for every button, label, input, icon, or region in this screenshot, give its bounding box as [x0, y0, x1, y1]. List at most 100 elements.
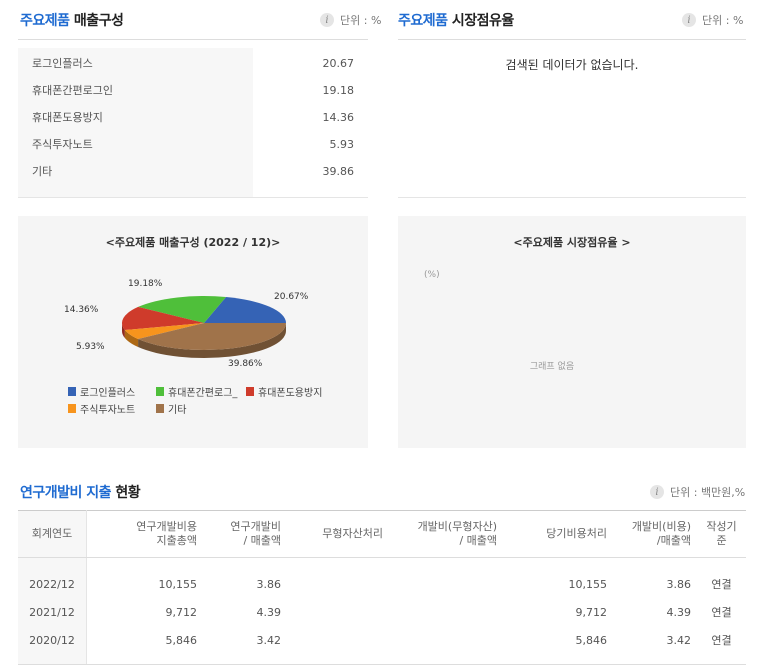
product-name: 주식투자노트	[32, 138, 93, 151]
share-chart-unit: (%)	[424, 270, 440, 280]
cell: 4.39	[256, 605, 282, 619]
col-header: 개발비(무형자산) / 매출액	[389, 510, 503, 558]
cell: 9,712	[575, 605, 608, 619]
share-empty-message: 검색된 데이터가 없습니다.	[505, 58, 639, 72]
share-chart-title: <주요제품 시장점유율 >	[513, 236, 631, 249]
cell-year: 2022/12	[18, 570, 87, 598]
list-item: 기타 39.86	[18, 158, 368, 184]
table-row: 2022/12 10,155 3.86 10,155 3.86 연결	[18, 570, 746, 598]
sales-unit: i 단위 : %	[320, 12, 381, 28]
legend-item[interactable]: 기타	[156, 401, 186, 416]
pie-label: 5.93%	[76, 342, 105, 352]
legend-label: 로그인플러스	[80, 388, 136, 399]
share-chart-panel: <주요제품 시장점유율 > (%) 그래프 없음	[398, 216, 746, 448]
col-header: 무형자산처리	[287, 510, 389, 558]
product-name: 로그인플러스	[32, 57, 93, 70]
share-section-title: 주요제품 시장점유율	[398, 10, 514, 30]
table-row: 2020/12 5,846 3.42 5,846 3.42 연결	[18, 626, 746, 654]
info-icon[interactable]: i	[320, 13, 334, 27]
sales-bottom-divider	[18, 197, 368, 198]
cell-year: 2020/12	[18, 626, 87, 654]
share-unit-text: 단위 : %	[702, 14, 744, 27]
cell: 5,846	[165, 633, 198, 647]
cell: 3.86	[666, 577, 692, 591]
sales-unit-text: 단위 : %	[340, 14, 382, 27]
legend-item[interactable]: 로그인플러스	[68, 384, 135, 399]
cell	[287, 626, 389, 654]
cell: 4.39	[666, 605, 692, 619]
cell: 10,155	[568, 577, 608, 591]
sales-title-rest: 매출구성	[73, 13, 124, 29]
rd-unit: i 단위 : 백만원,%	[650, 484, 745, 500]
rd-title-highlight: 연구개발비 지출	[20, 485, 112, 501]
legend-swatch	[156, 404, 164, 413]
sales-section-title: 주요제품 매출구성	[20, 10, 124, 30]
cell: 3.42	[256, 633, 282, 647]
col-header: 개발비(비용) /매출액	[613, 510, 697, 558]
legend-swatch	[156, 387, 164, 396]
legend-swatch	[68, 387, 76, 396]
list-item: 로그인플러스 20.67	[18, 50, 368, 76]
cell-year: 2021/12	[18, 598, 87, 626]
cell: 3.42	[666, 633, 692, 647]
legend-label: 기타	[168, 405, 187, 416]
col-header: 연구개발비용 지출총액	[86, 510, 203, 558]
pie-label: 19.18%	[128, 279, 163, 289]
legend-swatch	[246, 387, 254, 396]
cell	[287, 570, 389, 598]
product-name: 기타	[32, 165, 53, 178]
list-item: 휴대폰도용방지 14.36	[18, 104, 368, 130]
share-title-rest: 시장점유율	[451, 13, 514, 29]
product-value: 39.86	[322, 164, 355, 178]
cell: 5,846	[575, 633, 608, 647]
cell	[389, 598, 503, 626]
col-header: 당기비용처리	[503, 510, 613, 558]
cell: 연결	[711, 606, 732, 619]
pie-chart-panel: <주요제품 매출구성 (2022 / 12)> 20.67% 19.18% 14…	[18, 216, 368, 448]
cell: 연결	[711, 634, 732, 647]
sales-divider	[18, 39, 368, 40]
pie-label: 20.67%	[274, 292, 309, 302]
legend-item[interactable]: 휴대폰도용방지	[246, 384, 322, 399]
legend-label: 휴대폰간편로그_	[168, 388, 238, 399]
legend-item[interactable]: 휴대폰간편로그_	[156, 384, 237, 399]
col-header: 연구개발비 / 매출액	[203, 510, 287, 558]
rd-section-title: 연구개발비 지출 현황	[20, 482, 141, 502]
cell: 3.86	[256, 577, 282, 591]
table-header-row: 회계연도 연구개발비용 지출총액 연구개발비 / 매출액 무형자산처리 개발비(…	[18, 510, 746, 558]
share-title-highlight: 주요제품	[398, 13, 448, 29]
pie-label: 39.86%	[228, 359, 263, 369]
rd-table: 회계연도 연구개발비용 지출총액 연구개발비 / 매출액 무형자산처리 개발비(…	[18, 510, 746, 665]
legend-swatch	[68, 404, 76, 413]
share-unit: i 단위 : %	[682, 12, 743, 28]
cell	[287, 598, 389, 626]
col-header: 작성기준	[697, 510, 746, 558]
pie-label: 14.36%	[64, 305, 99, 315]
sales-title-highlight: 주요제품	[20, 13, 70, 29]
info-icon[interactable]: i	[682, 13, 696, 27]
legend-label: 휴대폰도용방지	[258, 388, 323, 399]
sales-list: 로그인플러스 20.67 휴대폰간편로그인 19.18 휴대폰도용방지 14.3…	[18, 50, 368, 190]
table-row: 2021/12 9,712 4.39 9,712 4.39 연결	[18, 598, 746, 626]
list-item: 휴대폰간편로그인 19.18	[18, 77, 368, 103]
legend-item[interactable]: 주식투자노트	[68, 401, 135, 416]
product-name: 휴대폰도용방지	[32, 111, 103, 124]
cell: 9,712	[165, 605, 198, 619]
cell	[389, 570, 503, 598]
share-divider	[398, 39, 746, 40]
cell: 10,155	[158, 577, 198, 591]
info-icon[interactable]: i	[650, 485, 664, 499]
product-name: 휴대폰간편로그인	[32, 84, 113, 97]
product-value: 14.36	[322, 110, 355, 124]
product-value: 5.93	[329, 137, 355, 151]
rd-unit-text: 단위 : 백만원,%	[670, 486, 746, 499]
share-chart-empty: 그래프 없음	[529, 362, 575, 372]
list-item: 주식투자노트 5.93	[18, 131, 368, 157]
legend-label: 주식투자노트	[80, 405, 136, 416]
share-bottom-divider	[398, 197, 746, 198]
product-value: 19.18	[322, 83, 355, 97]
rd-title-rest: 현황	[115, 485, 141, 501]
col-header: 회계연도	[18, 510, 87, 558]
cell	[389, 626, 503, 654]
cell: 연결	[711, 578, 732, 591]
